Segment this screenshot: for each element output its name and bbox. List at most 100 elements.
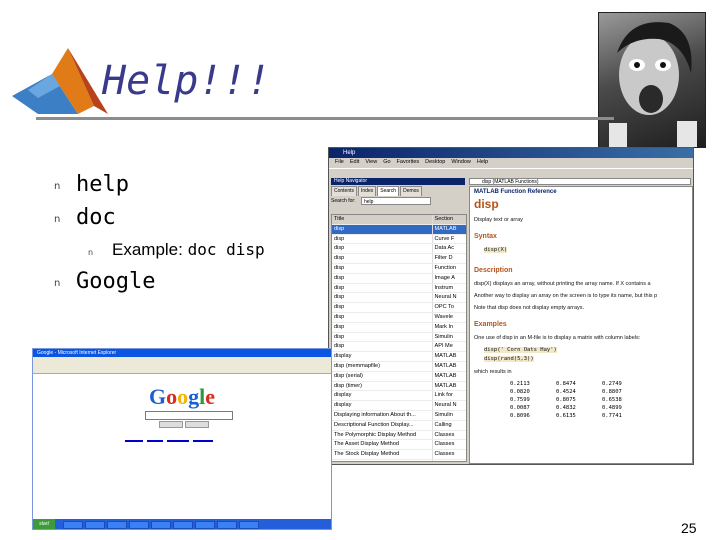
browser-toolbar xyxy=(33,357,331,374)
google-search-input[interactable] xyxy=(145,411,233,420)
list-cell: disp xyxy=(334,294,345,301)
list-item[interactable]: Displaying information About th... Simuli… xyxy=(332,410,466,421)
help-menu-item[interactable]: Favorites xyxy=(397,159,420,165)
list-cell: The Asset Display Method xyxy=(334,441,399,448)
taskbar-item[interactable] xyxy=(217,521,237,529)
help-menu-item[interactable]: Window xyxy=(451,159,471,165)
taskbar-item[interactable] xyxy=(151,521,171,529)
help-menu-item[interactable]: Edit xyxy=(350,159,359,165)
list-item[interactable]: disp Simulin xyxy=(332,332,466,343)
doc-summary: Display text or array xyxy=(474,217,523,223)
results-cell: 0.4899 xyxy=(602,405,622,411)
list-cell: Curve F xyxy=(432,234,466,244)
list-item[interactable]: disp Instrum xyxy=(332,283,466,294)
list-item[interactable]: disp (serial) MATLAB xyxy=(332,371,466,382)
list-item[interactable]: disp (memmapfile) MATLAB xyxy=(332,361,466,372)
help-tab[interactable]: Contents xyxy=(331,186,358,196)
list-cell: disp (serial) xyxy=(334,372,363,379)
results-cell: 0.7599 xyxy=(510,397,530,403)
list-item[interactable]: disp (timer) MATLAB xyxy=(332,381,466,392)
doc-location-field[interactable]: disp (MATLAB Functions) xyxy=(469,178,691,185)
list-cell: disp xyxy=(334,343,345,350)
list-cell: disp xyxy=(334,235,345,242)
list-item[interactable]: The Portfolio Display MethodClasses xyxy=(332,459,466,461)
start-button[interactable]: start xyxy=(33,519,55,529)
list-item[interactable]: disp Function xyxy=(332,263,466,274)
results-cell: 0.7741 xyxy=(602,413,622,419)
list-cell: Function xyxy=(432,263,466,273)
list-item[interactable]: disp OPC To xyxy=(332,303,466,313)
list-header-cell[interactable]: Section xyxy=(432,215,466,224)
list-item[interactable]: disp API Me xyxy=(332,342,466,353)
examples-heading: Examples xyxy=(474,321,507,328)
list-item[interactable]: The Stock Display Method Classes xyxy=(332,450,466,460)
help-tab[interactable]: Index xyxy=(358,186,377,196)
sub-bullet-example: Example: doc disp xyxy=(112,240,265,260)
list-cell: Neural N xyxy=(432,401,466,410)
help-toolbar xyxy=(329,168,693,178)
list-item[interactable]: Descriptional Function Display... Calling xyxy=(332,420,466,431)
taskbar-item[interactable] xyxy=(85,521,105,529)
list-cell: Link for xyxy=(432,391,466,401)
page-number: 25 xyxy=(681,520,697,536)
help-navigator-tabs: Contents Index Search Demos xyxy=(331,186,423,196)
results-cell: 0.0087 xyxy=(510,405,530,411)
help-search-input[interactable]: help xyxy=(361,197,431,205)
list-item[interactable]: display Link for xyxy=(332,391,466,402)
bullet-google: Google xyxy=(76,269,156,294)
list-cell: Calling xyxy=(432,420,466,430)
list-item[interactable]: display Neural N xyxy=(332,401,466,411)
results-row: 0.7599 0.8075 0.6538 xyxy=(510,397,648,405)
taskbar-item[interactable] xyxy=(63,521,83,529)
list-cell: disp (memmapfile) xyxy=(334,362,381,369)
list-item[interactable]: disp Neural N xyxy=(332,293,466,304)
help-menu-item[interactable]: Go xyxy=(383,159,390,165)
list-cell: disp (timer) xyxy=(334,382,362,389)
list-item[interactable]: disp Data Ac xyxy=(332,244,466,255)
matlab-help-window: Help File Edit View Go Favorites Desktop Windo… xyxy=(328,147,694,465)
list-cell: MATLAB xyxy=(432,381,466,391)
list-item[interactable]: The Polymorphic Display Method Classes xyxy=(332,430,466,441)
results-row: 0.0820 0.4524 0.8807 xyxy=(510,389,648,397)
google-logo-letter: e xyxy=(205,384,216,409)
list-cell: disp xyxy=(334,304,345,311)
google-links-row xyxy=(125,438,213,443)
example-code: doc disp xyxy=(187,240,265,259)
help-menu-item[interactable]: File xyxy=(335,159,344,165)
help-tab[interactable]: Demos xyxy=(400,186,422,196)
help-menu-item[interactable]: Desktop xyxy=(425,159,445,165)
list-item[interactable]: disp Wavele xyxy=(332,312,466,323)
list-cell: Data Ac xyxy=(432,244,466,254)
list-item[interactable]: display MATLAB xyxy=(332,352,466,362)
results-row: 0.8096 0.6135 0.7741 xyxy=(510,413,648,421)
list-cell: API Me xyxy=(432,342,466,352)
results-cell: 0.4832 xyxy=(556,405,576,411)
google-logo-letter: o xyxy=(177,384,189,409)
results-table: 0.2113 0.8474 0.2749 0.0820 0.4524 0.8807 0.75… xyxy=(510,381,648,421)
list-item[interactable]: disp Image A xyxy=(332,273,466,284)
list-item[interactable]: disp Filter D xyxy=(332,254,466,264)
list-cell: The Stock Display Method xyxy=(334,451,400,458)
google-logo-letter: o xyxy=(166,384,178,409)
taskbar-item[interactable] xyxy=(173,521,193,529)
list-item[interactable]: disp MATLAB xyxy=(332,224,466,235)
help-menu-item[interactable]: Help xyxy=(477,159,488,165)
taskbar-item[interactable] xyxy=(129,521,149,529)
google-logo-letter: g xyxy=(188,384,200,409)
help-search-results: Title Section disp MATLAB disp Curve Fdisp Dat… xyxy=(331,214,467,462)
feeling-lucky-button[interactable] xyxy=(185,421,209,428)
results-cell: 0.6135 xyxy=(556,413,576,419)
list-item[interactable]: disp Curve F xyxy=(332,234,466,245)
google-search-button[interactable] xyxy=(159,421,183,428)
list-item[interactable]: disp Mark In xyxy=(332,322,466,333)
taskbar-item[interactable] xyxy=(195,521,215,529)
list-cell: Classes xyxy=(432,430,466,440)
list-header-cell[interactable]: Title xyxy=(332,215,432,224)
taskbar-item[interactable] xyxy=(107,521,127,529)
taskbar-item[interactable] xyxy=(239,521,259,529)
list-cell: disp xyxy=(334,245,345,252)
list-item[interactable]: The Asset Display Method Classes xyxy=(332,440,466,451)
help-menu-bar: File Edit View Go Favorites Desktop Window Help xyxy=(329,158,693,167)
help-menu-item[interactable]: View xyxy=(365,159,377,165)
help-tab[interactable]: Search xyxy=(377,186,400,196)
